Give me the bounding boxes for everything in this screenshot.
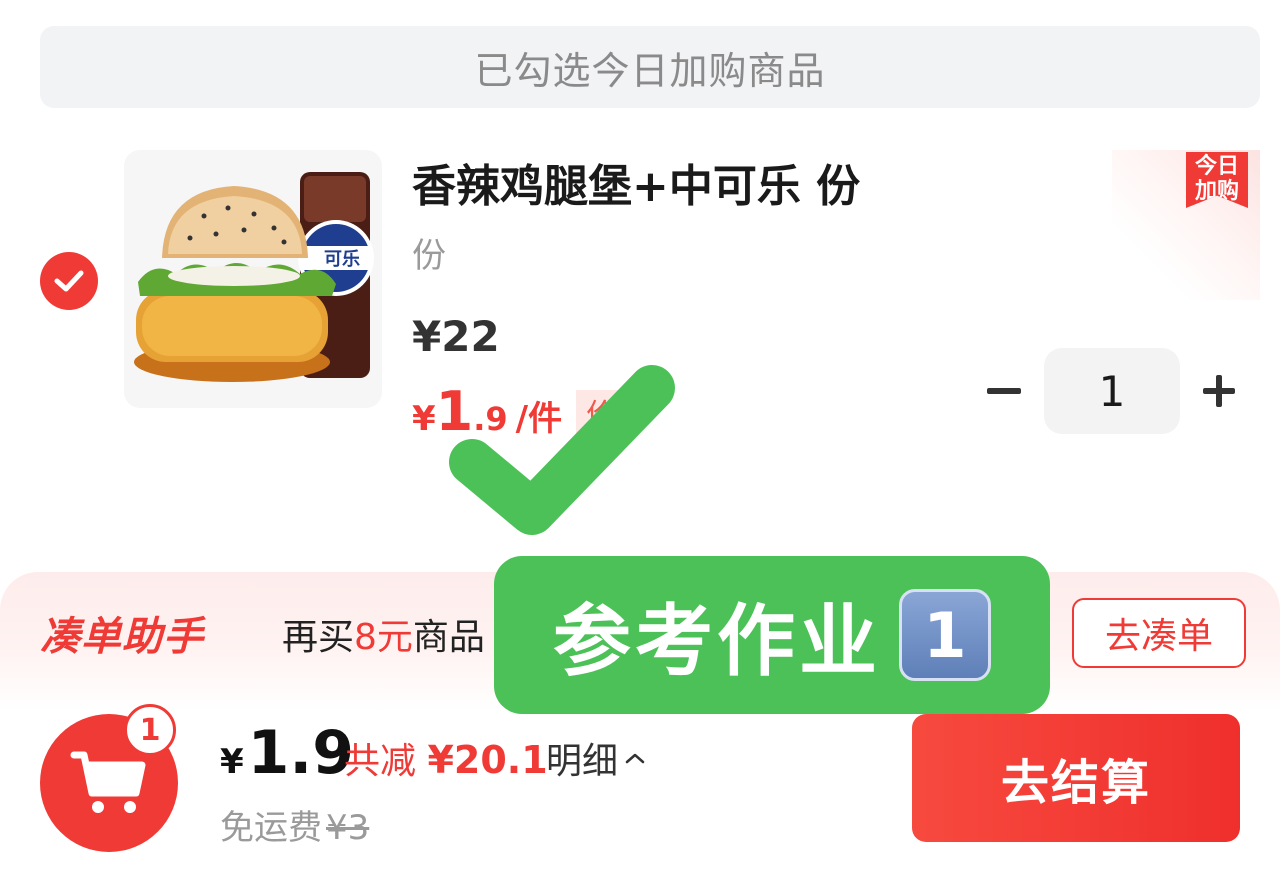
detail-label: 明细 xyxy=(546,741,619,782)
discount-summary: 共减 ¥20.1 xyxy=(344,732,548,784)
product-image[interactable]: 可乐 xyxy=(124,150,382,408)
shopping-cart-icon xyxy=(70,751,146,813)
burger-cola-illustration: 可乐 xyxy=(134,172,374,382)
minus-icon xyxy=(987,388,1021,394)
add-more-button[interactable]: 去凑单 xyxy=(1072,598,1246,668)
quantity-increase-button[interactable] xyxy=(1196,368,1242,414)
helper-text-prefix: 再买 xyxy=(282,617,355,658)
checkmark-icon xyxy=(54,270,84,292)
total-amount: 1.9 xyxy=(247,718,354,788)
order-helper-logo: 凑单助手 xyxy=(40,614,204,660)
total-price: ¥ 1.9 xyxy=(220,718,354,788)
item-checkbox[interactable] xyxy=(40,252,98,310)
sale-currency: ¥ xyxy=(412,399,436,439)
plus-icon xyxy=(1203,375,1235,407)
cart-count-badge: 1 xyxy=(124,704,176,756)
quantity-value[interactable]: 1 xyxy=(1044,348,1180,434)
badge-line-1: 今日 xyxy=(1194,154,1239,179)
watermark-text: 参考作业 xyxy=(552,597,881,687)
chevron-up-icon xyxy=(625,753,645,764)
total-currency: ¥ xyxy=(220,742,244,782)
checkout-button[interactable]: 去结算 xyxy=(912,714,1240,842)
shipping-original-fee: ¥3 xyxy=(326,808,370,848)
item-spec: 份 xyxy=(412,236,446,276)
cola-label: 可乐 xyxy=(324,249,360,270)
large-checkmark-icon xyxy=(449,365,675,535)
keycap-number-icon: 1 xyxy=(899,589,991,681)
helper-text-amount: 8元 xyxy=(354,617,413,658)
shipping-label: 免运费 xyxy=(220,808,322,848)
shipping-info: 免运费 ¥3 xyxy=(220,800,369,849)
discount-amount: ¥20.1 xyxy=(427,738,548,782)
price-detail-toggle[interactable]: 明细 xyxy=(546,732,646,784)
discount-label: 共减 xyxy=(344,741,417,782)
item-title: 香辣鸡腿堡+中可乐 份 xyxy=(412,161,861,212)
quantity-decrease-button[interactable] xyxy=(984,368,1024,414)
reference-homework-watermark: 参考作业 1 xyxy=(494,556,1050,714)
added-today-notice: 已勾选今日加购商品 xyxy=(40,26,1260,108)
